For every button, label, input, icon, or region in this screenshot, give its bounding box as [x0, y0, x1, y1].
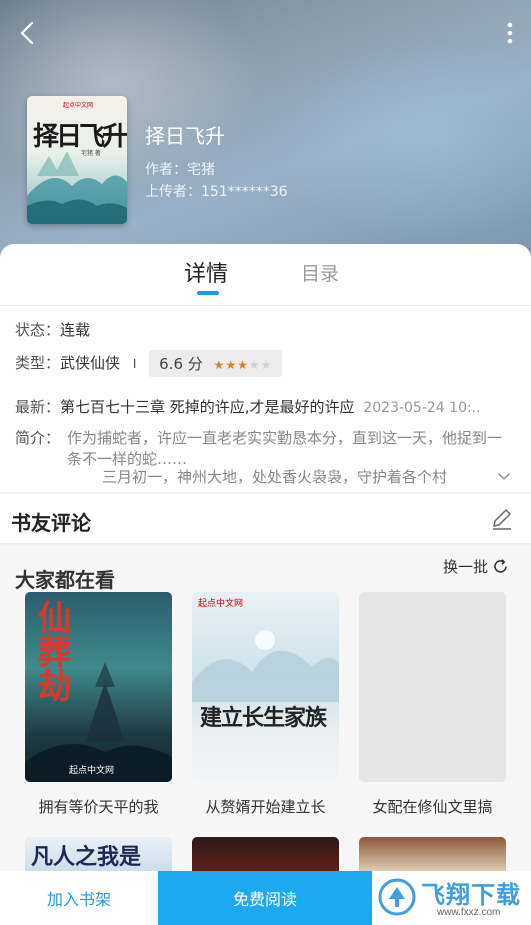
watermark-text: 飞翔下载 [421, 881, 521, 909]
recommend-book-cover-peek[interactable]: 凡人之我是 [25, 837, 172, 875]
status-value: 连载 [60, 321, 91, 339]
recommend-book-card[interactable]: 起点中文网 建立长生家族 从赘婿开始建立长 [192, 592, 339, 817]
refresh-button[interactable]: 换一批 [443, 556, 509, 577]
intro-label: 简介： [15, 429, 61, 447]
book-info: 择日飞升 作者：宅猪 上传者：151******36 [145, 120, 288, 203]
book-cover: 起点中文网 择日飞升 宅猪 著 [27, 96, 127, 224]
rating-score: 6.6 分 [159, 355, 203, 373]
watermark-area: 飞翔下载 www.fxxz.com [372, 871, 531, 925]
edit-pen-icon[interactable] [489, 506, 515, 532]
rating-star: ★ [225, 358, 238, 372]
latest-label: 最新： [15, 398, 61, 416]
rating-star: ★ [213, 358, 226, 372]
back-button[interactable] [14, 18, 44, 48]
recommend-book-cover[interactable]: 仙葬劫 起点中文网 [25, 592, 172, 782]
rating-star: ★ [248, 358, 261, 372]
watermark-logo: 飞翔下载 www.fxxz.com [377, 873, 527, 923]
chevron-left-icon [20, 21, 34, 45]
latest-chapter[interactable]: 第七百七十三章 死掉的许应,才是最好的许应 [60, 398, 355, 416]
rating-star: ★ [260, 358, 273, 372]
rating-stars: ★★★★★ [214, 358, 273, 372]
book-uploader: 上传者：151******36 [145, 184, 288, 200]
recommend-book-cover-placeholder[interactable] [359, 592, 506, 782]
recommend-book-card[interactable]: 仙葬劫 起点中文网 拥有等价天平的我 [25, 592, 172, 817]
intro-section: 简介： 作为捕蛇者，许应一直老老实实勤恳本分，直到这一天，他捉到一条不一样的蛇…… [15, 428, 515, 470]
status-row: 状态：连载 [15, 319, 90, 340]
tab-details[interactable]: 详情 [184, 256, 228, 288]
read-free-button[interactable]: 免费阅读 [158, 871, 372, 925]
type-value[interactable]: 武侠仙侠 [60, 354, 120, 372]
watermark-logo-icon [378, 878, 416, 916]
latest-chapter-row[interactable]: 最新：第七百七十三章 死掉的许应,才是最好的许应 2023-05-24 10:.… [15, 396, 481, 417]
add-to-shelf-button[interactable]: 加入书架 [0, 871, 158, 925]
recommend-book-title[interactable]: 从赘婿开始建立长 [192, 796, 339, 817]
type-row: 类型：武侠仙侠 I 6.6 分 ★★★★★ [15, 350, 283, 377]
watermark-url: www.fxxz.com [437, 907, 501, 918]
recommend-book-cover[interactable]: 起点中文网 建立长生家族 [192, 592, 339, 782]
book-author[interactable]: 作者：宅猪 [145, 159, 288, 181]
cover-pagoda-art [25, 662, 172, 782]
refresh-icon [494, 559, 507, 573]
tab-active-indicator [197, 291, 219, 295]
more-menu-button[interactable] [505, 20, 515, 46]
latest-date: 2023-05-24 10:.. [363, 400, 481, 416]
type-separator: I [132, 357, 137, 371]
book-title: 择日飞升 [145, 124, 225, 148]
recommend-book-title[interactable]: 女配在修仙文里搞 [359, 796, 506, 817]
refresh-label: 换一批 [442, 558, 488, 576]
reviews-title: 书友评论 [11, 511, 91, 535]
recommend-book-cover-peek[interactable] [192, 837, 339, 875]
cover-title-art: 建立长生家族 [200, 705, 327, 731]
cover-title-art: 凡人之我是 [31, 844, 142, 870]
detail-sheet: 详情 目录 状态：连载 类型：武侠仙侠 I 6.6 分 ★★★★★ 最新：第七百… [0, 244, 531, 492]
cover-landscape-art [27, 151, 127, 224]
intro-continued: 三月初一，神州大地，处处香火袅袅，守护着各个村 [102, 468, 448, 486]
rating-star: ★ [237, 358, 249, 372]
more-vertical-icon [507, 22, 513, 44]
tab-bar: 详情 目录 [0, 244, 531, 306]
bottom-action-bar: 加入书架 免费阅读 飞翔下载 www.fxxz.com [0, 871, 531, 925]
cover-mountain-art [192, 630, 339, 702]
reviews-section: 书友评论 [0, 494, 531, 544]
chevron-down-icon[interactable] [497, 472, 511, 482]
recommend-book-card[interactable]: 女配在修仙文里搞 [359, 592, 506, 817]
recommend-title: 大家都在看 [15, 568, 115, 592]
tab-catalog[interactable]: 目录 [301, 259, 339, 286]
recommend-book-cover-peek[interactable] [359, 837, 506, 875]
type-label: 类型： [15, 354, 61, 372]
status-label: 状态： [15, 321, 61, 339]
intro-text: 作为捕蛇者，许应一直老老实实勤恳本分，直到这一天，他捉到一条不一样的蛇…… [67, 429, 503, 468]
rating-badge: 6.6 分 ★★★★★ [149, 350, 283, 377]
cover-brand: 起点中文网 [69, 765, 115, 775]
recommend-book-title[interactable]: 拥有等价天平的我 [25, 796, 172, 817]
